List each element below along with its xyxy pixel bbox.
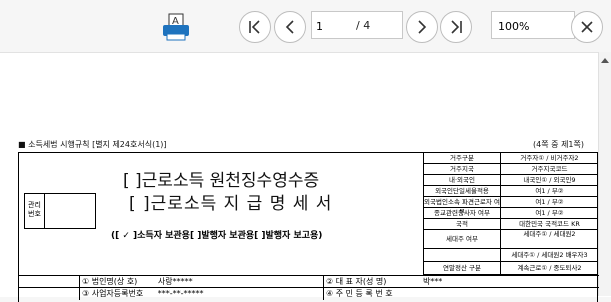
zoom-field[interactable] bbox=[491, 11, 575, 39]
side-row: 거주지국 거주지국코드 bbox=[424, 164, 598, 175]
print-button[interactable]: A bbox=[160, 12, 192, 44]
page-total: / 4 bbox=[356, 19, 371, 32]
vertical-scrollbar[interactable] bbox=[598, 52, 611, 296]
chevron-left-icon bbox=[285, 20, 294, 34]
first-page-button[interactable] bbox=[239, 11, 271, 43]
page-info: (4쪽 중 제1쪽) bbox=[533, 140, 584, 149]
close-icon bbox=[581, 21, 593, 33]
close-button[interactable] bbox=[571, 11, 603, 43]
resident-info-grid: 거주구분 거주자① / 비거주자2 거주지국 거주지국코드 내·외국인 내국인① / … bbox=[423, 153, 598, 275]
form-title-2: [ ]근로소득 지 급 명 세 서 bbox=[129, 194, 333, 214]
page-number-input[interactable] bbox=[314, 15, 354, 37]
side-row: 내·외국인 내국인① / 외국인9 bbox=[424, 175, 598, 186]
business-reg-cell: ③ 사업자등록번호 ***-**-***** bbox=[79, 288, 323, 300]
side-row: 외국법인소속 파견근로자 여부 여1 / 부② bbox=[424, 197, 598, 216]
side-row: 종교관련종사자 여부 여1 / 부② bbox=[424, 208, 598, 219]
registration-row: ③ 사업자등록번호 ***-**-***** ④ 주 민 등 록 번 호 bbox=[19, 287, 599, 300]
withholding-form: 관리 번호 [ ]근로소득 원천징수영수증 [ ]근로소득 지 급 명 세 서 … bbox=[18, 152, 599, 302]
zoom-input[interactable] bbox=[496, 15, 560, 37]
copy-options: ([ ✓ ]소득자 보관용[ ]발행자 보관용[ ]발행자 보고용) bbox=[111, 231, 323, 241]
page-number-field[interactable]: / 4 bbox=[311, 11, 403, 39]
side-row: 세대주① / 세대원2 배우자3 bbox=[424, 249, 598, 262]
chevron-right-icon bbox=[418, 20, 427, 34]
law-reference: ■ 소득세법 시행규칙 [별지 제24호서식(1)] bbox=[18, 140, 167, 149]
resident-reg-cell: ④ 주 민 등 록 번 호 bbox=[323, 288, 599, 300]
document-page: ■ 소득세법 시행규칙 [별지 제24호서식(1)] (4쪽 중 제1쪽) 관리… bbox=[18, 84, 599, 302]
side-row: 국적 대한민국 국적코드 KR bbox=[424, 219, 598, 230]
side-row: 세대주 여부 세대주① / 세대원2 bbox=[424, 230, 598, 249]
management-number-box: 관리 번호 bbox=[24, 193, 96, 229]
side-row: 연말정산 구분 계속근로① / 중도퇴사2 bbox=[424, 262, 598, 275]
next-page-button[interactable] bbox=[406, 11, 438, 43]
viewer-toolbar: A / 4 bbox=[0, 0, 611, 52]
side-row: 거주구분 거주자① / 비거주자2 bbox=[424, 153, 598, 164]
last-page-button[interactable] bbox=[440, 11, 472, 43]
side-row: 외국인단일세율적용 여1 / 부② bbox=[424, 186, 598, 197]
management-number-label: 관리 번호 bbox=[25, 194, 45, 228]
prev-page-button[interactable] bbox=[274, 11, 306, 43]
printer-icon: A bbox=[163, 13, 189, 41]
first-page-icon bbox=[249, 20, 260, 34]
scroll-up-icon[interactable] bbox=[601, 58, 609, 63]
form-title-1: [ ]근로소득 원천징수영수증 bbox=[123, 171, 320, 191]
last-page-icon bbox=[451, 20, 462, 34]
